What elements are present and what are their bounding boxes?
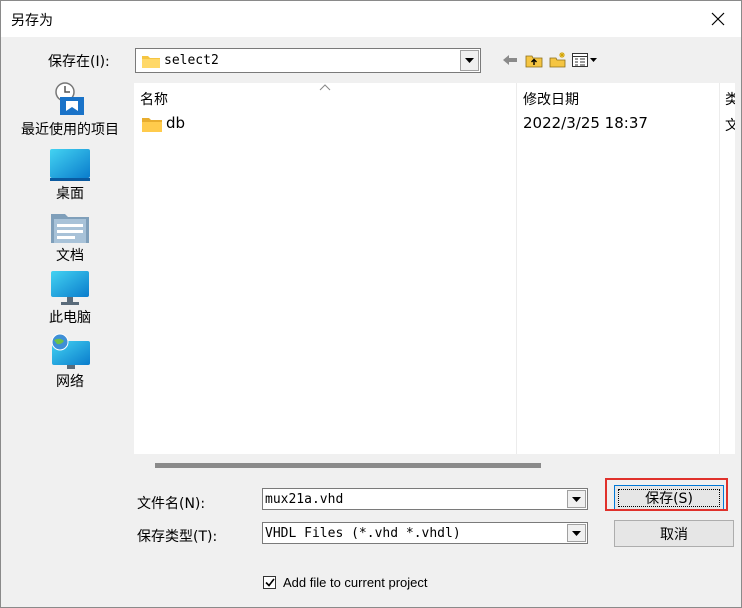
chevron-down-icon [572, 496, 581, 502]
recent-items-icon [55, 82, 84, 115]
column-header-name[interactable]: 名称 [140, 89, 168, 109]
this-pc-icon [51, 271, 89, 305]
up-folder-icon [525, 55, 543, 68]
add-to-project-checkbox[interactable] [263, 576, 276, 589]
up-folder-button[interactable] [523, 49, 545, 71]
file-name-input[interactable]: mux21a.vhd [262, 488, 588, 510]
cancel-button-label: 取消 [660, 526, 688, 543]
navigation-toolbar [499, 49, 601, 71]
cancel-button[interactable]: 取消 [614, 520, 734, 547]
file-type-label: 保存类型(T): [137, 529, 218, 545]
file-name-value: mux21a.vhd [265, 492, 344, 507]
horizontal-scrollbar-thumb[interactable] [155, 463, 541, 468]
desktop-icon [50, 149, 90, 181]
place-documents[interactable]: 文档 [11, 209, 129, 265]
column-separator[interactable] [719, 83, 720, 454]
column-header-type[interactable]: 类 [725, 89, 735, 109]
back-button[interactable] [499, 49, 521, 71]
column-separator[interactable] [516, 83, 517, 454]
place-label-recent: 最近使用的项目 [21, 122, 119, 138]
file-modified-cell: 2022/3/25 18:37 [523, 114, 648, 132]
add-to-project-label[interactable]: Add file to current project [283, 575, 428, 590]
place-recent-items[interactable]: 最近使用的项目 [11, 81, 129, 138]
save-button-highlight [605, 478, 728, 511]
folder-icon [142, 118, 162, 132]
place-label-documents: 文档 [56, 248, 84, 264]
back-arrow-icon [503, 55, 517, 65]
file-type-dropdown-button[interactable] [567, 524, 586, 542]
file-type-select[interactable]: VHDL Files (*.vhd *.vhdl) [262, 522, 588, 544]
checkmark-icon [264, 578, 275, 587]
place-desktop[interactable]: 桌面 [11, 147, 129, 203]
file-list-view[interactable]: 名称 修改日期 类 db 2022/3/25 18:37 文 [134, 83, 735, 471]
place-label-desktop: 桌面 [56, 186, 84, 202]
folder-icon [142, 56, 160, 68]
file-name-dropdown-button[interactable] [567, 490, 586, 508]
new-folder-button[interactable] [547, 49, 569, 71]
chevron-down-icon [572, 530, 581, 536]
save-as-dialog: 另存为 保存在(I): select2 最近使用的项目 桌面 文档 此电脑 网络… [0, 0, 742, 608]
network-icon [51, 333, 90, 369]
close-icon [711, 12, 725, 26]
view-menu-button[interactable] [571, 49, 599, 71]
column-header-modified[interactable]: 修改日期 [523, 89, 579, 109]
view-list-icon [572, 53, 597, 67]
look-in-label: 保存在(I): [48, 54, 110, 70]
file-name-label: 文件名(N): [137, 496, 206, 512]
dialog-title: 另存为 [11, 13, 53, 29]
file-type-value: VHDL Files (*.vhd *.vhdl) [265, 526, 461, 541]
new-folder-icon [549, 52, 566, 68]
look-in-combo[interactable]: select2 [135, 48, 481, 73]
sort-ascending-icon [319, 84, 331, 91]
close-button[interactable] [703, 5, 733, 33]
place-this-pc[interactable]: 此电脑 [11, 271, 129, 327]
documents-icon [51, 214, 89, 243]
file-name-cell: db [166, 114, 186, 132]
chevron-down-icon [465, 58, 474, 63]
look-in-dropdown-button[interactable] [460, 50, 479, 71]
place-label-this-pc: 此电脑 [49, 310, 91, 326]
place-network[interactable]: 网络 [11, 333, 129, 390]
file-type-cell: 文 [725, 118, 735, 134]
file-row-db[interactable]: db 2022/3/25 18:37 [142, 113, 702, 135]
place-label-network: 网络 [56, 374, 84, 390]
title-bar: 另存为 [1, 1, 741, 37]
look-in-value: select2 [164, 53, 219, 68]
